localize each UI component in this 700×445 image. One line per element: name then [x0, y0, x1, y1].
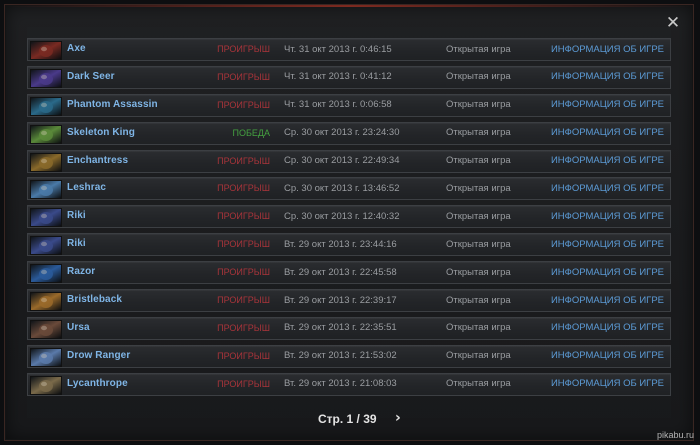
game-mode: Открытая игра	[446, 238, 511, 250]
next-page-button[interactable]: ›	[395, 410, 401, 426]
match-row[interactable]: Drow Ranger ПРОИГРЫШ Вт. 29 окт 2013 г. 21…	[27, 344, 671, 368]
match-row[interactable]: Razor ПРОИГРЫШ Вт. 29 окт 2013 г. 22:45:58…	[27, 261, 671, 285]
hero-portrait-icon	[30, 347, 62, 367]
match-info-link[interactable]: ИНФОРМАЦИЯ ОБ ИГРЕ	[551, 322, 664, 333]
hero-name[interactable]: Drow Ranger	[67, 350, 130, 361]
match-row[interactable]: Ursa ПРОИГРЫШ Вт. 29 окт 2013 г. 22:35:51 О…	[27, 316, 671, 340]
match-result: ПРОИГРЫШ	[217, 211, 270, 222]
match-date: Чт. 31 окт 2013 г. 0:46:15	[284, 43, 392, 55]
game-mode: Открытая игра	[446, 155, 511, 167]
match-info-link[interactable]: ИНФОРМАЦИЯ ОБ ИГРЕ	[551, 239, 664, 250]
hero-portrait-icon	[30, 180, 62, 200]
match-info-link[interactable]: ИНФОРМАЦИЯ ОБ ИГРЕ	[551, 44, 664, 55]
game-mode: Открытая игра	[446, 266, 511, 278]
hero-name[interactable]: Phantom Assassin	[67, 99, 158, 110]
game-mode: Открытая игра	[446, 127, 511, 139]
match-result: ПРОИГРЫШ	[217, 350, 270, 361]
match-info-link[interactable]: ИНФОРМАЦИЯ ОБ ИГРЕ	[551, 295, 664, 306]
match-info-link[interactable]: ИНФОРМАЦИЯ ОБ ИГРЕ	[551, 155, 664, 166]
match-row[interactable]: Dark Seer ПРОИГРЫШ Чт. 31 окт 2013 г. 0:41…	[27, 65, 671, 89]
match-row[interactable]: Skeleton King ПОБЕДА Ср. 30 окт 2013 г. 23…	[27, 121, 671, 145]
match-result: ПРОИГРЫШ	[217, 322, 270, 333]
match-date: Вт. 29 окт 2013 г. 22:39:17	[284, 294, 397, 306]
match-date: Чт. 31 окт 2013 г. 0:41:12	[284, 71, 392, 83]
hero-name[interactable]: Enchantress	[67, 155, 128, 166]
match-result: ПРОИГРЫШ	[217, 155, 270, 166]
match-date: Чт. 31 окт 2013 г. 0:06:58	[284, 99, 392, 111]
match-info-link[interactable]: ИНФОРМАЦИЯ ОБ ИГРЕ	[551, 183, 664, 194]
match-info-link[interactable]: ИНФОРМАЦИЯ ОБ ИГРЕ	[551, 350, 664, 361]
hero-portrait-icon	[30, 292, 62, 312]
hero-name[interactable]: Axe	[67, 43, 86, 54]
hero-name[interactable]: Riki	[67, 210, 86, 221]
match-row[interactable]: Lycanthrope ПРОИГРЫШ Вт. 29 окт 2013 г. 21…	[27, 372, 671, 396]
game-mode: Открытая игра	[446, 71, 511, 83]
hero-portrait-icon	[30, 41, 62, 60]
match-info-link[interactable]: ИНФОРМАЦИЯ ОБ ИГРЕ	[551, 378, 664, 389]
watermark: pikabu.ru	[656, 430, 694, 440]
match-result: ПРОИГРЫШ	[217, 267, 270, 278]
hero-name[interactable]: Lycanthrope	[67, 378, 128, 389]
match-result: ПРОИГРЫШ	[217, 44, 270, 54]
hero-portrait-icon	[30, 124, 62, 144]
match-row[interactable]: Axe ПРОИГРЫШ Чт. 31 окт 2013 г. 0:46:15 Отк…	[27, 38, 671, 61]
match-result: ПРОИГРЫШ	[217, 183, 270, 194]
match-row[interactable]: Enchantress ПРОИГРЫШ Ср. 30 окт 2013 г. 22…	[27, 149, 671, 173]
match-result: ПРОИГРЫШ	[217, 239, 270, 250]
hero-name[interactable]: Razor	[67, 266, 95, 277]
match-date: Ср. 30 окт 2013 г. 22:49:34	[284, 155, 400, 167]
match-date: Вт. 29 окт 2013 г. 21:53:02	[284, 350, 397, 362]
match-result: ПРОИГРЫШ	[217, 71, 270, 82]
game-mode: Открытая игра	[446, 182, 511, 194]
hero-name[interactable]: Bristleback	[67, 294, 122, 305]
match-info-link[interactable]: ИНФОРМАЦИЯ ОБ ИГРЕ	[551, 127, 664, 138]
game-mode: Открытая игра	[446, 350, 511, 362]
game-mode: Открытая игра	[446, 43, 511, 55]
match-row[interactable]: Leshrac ПРОИГРЫШ Ср. 30 окт 2013 г. 13:46:…	[27, 177, 671, 201]
hero-name[interactable]: Skeleton King	[67, 127, 135, 138]
close-icon[interactable]: ✕	[664, 14, 682, 32]
hero-name[interactable]: Dark Seer	[67, 71, 115, 82]
match-date: Вт. 29 окт 2013 г. 21:08:03	[284, 378, 397, 390]
match-info-link[interactable]: ИНФОРМАЦИЯ ОБ ИГРЕ	[551, 99, 664, 110]
hero-portrait-icon	[30, 236, 62, 256]
match-result: ПРОИГРЫШ	[217, 378, 270, 389]
hero-name[interactable]: Leshrac	[67, 182, 106, 193]
match-result: ПРОИГРЫШ	[217, 99, 270, 110]
match-date: Вт. 29 окт 2013 г. 22:35:51	[284, 322, 397, 334]
hero-portrait-icon	[30, 319, 62, 339]
game-mode: Открытая игра	[446, 322, 511, 334]
match-row[interactable]: Riki ПРОИГРЫШ Ср. 30 окт 2013 г. 12:40:32 О…	[27, 205, 671, 229]
match-info-link[interactable]: ИНФОРМАЦИЯ ОБ ИГРЕ	[551, 71, 664, 82]
game-mode: Открытая игра	[446, 378, 511, 390]
hero-name[interactable]: Ursa	[67, 322, 90, 333]
match-row[interactable]: Riki ПРОИГРЫШ Вт. 29 окт 2013 г. 23:44:16 О…	[27, 233, 671, 257]
match-date: Вт. 29 окт 2013 г. 23:44:16	[284, 238, 397, 250]
hero-portrait-icon	[30, 208, 62, 228]
match-info-link[interactable]: ИНФОРМАЦИЯ ОБ ИГРЕ	[551, 267, 664, 278]
game-mode: Открытая игра	[446, 210, 511, 222]
game-mode: Открытая игра	[446, 99, 511, 111]
hero-portrait-icon	[30, 264, 62, 284]
match-row[interactable]: Bristleback ПРОИГРЫШ Вт. 29 окт 2013 г. 22…	[27, 289, 671, 313]
match-date: Ср. 30 окт 2013 г. 23:24:30	[284, 127, 400, 139]
page-indicator: Стр. 1 / 39	[318, 412, 377, 426]
hero-portrait-icon	[30, 68, 62, 88]
match-date: Вт. 29 окт 2013 г. 22:45:58	[284, 266, 397, 278]
hero-portrait-icon	[30, 96, 62, 116]
hero-name[interactable]: Riki	[67, 238, 86, 249]
match-result: ПОБЕДА	[232, 127, 270, 138]
match-date: Ср. 30 окт 2013 г. 13:46:52	[284, 182, 400, 194]
match-info-link[interactable]: ИНФОРМАЦИЯ ОБ ИГРЕ	[551, 211, 664, 222]
match-result: ПРОИГРЫШ	[217, 295, 270, 306]
match-date: Ср. 30 окт 2013 г. 12:40:32	[284, 210, 400, 222]
match-list: Axe ПРОИГРЫШ Чт. 31 окт 2013 г. 0:46:15 Отк…	[27, 38, 671, 401]
game-mode: Открытая игра	[446, 294, 511, 306]
hero-portrait-icon	[30, 152, 62, 172]
match-row[interactable]: Phantom Assassin ПРОИГРЫШ Чт. 31 окт 2013 …	[27, 93, 671, 117]
hero-portrait-icon	[30, 375, 62, 395]
